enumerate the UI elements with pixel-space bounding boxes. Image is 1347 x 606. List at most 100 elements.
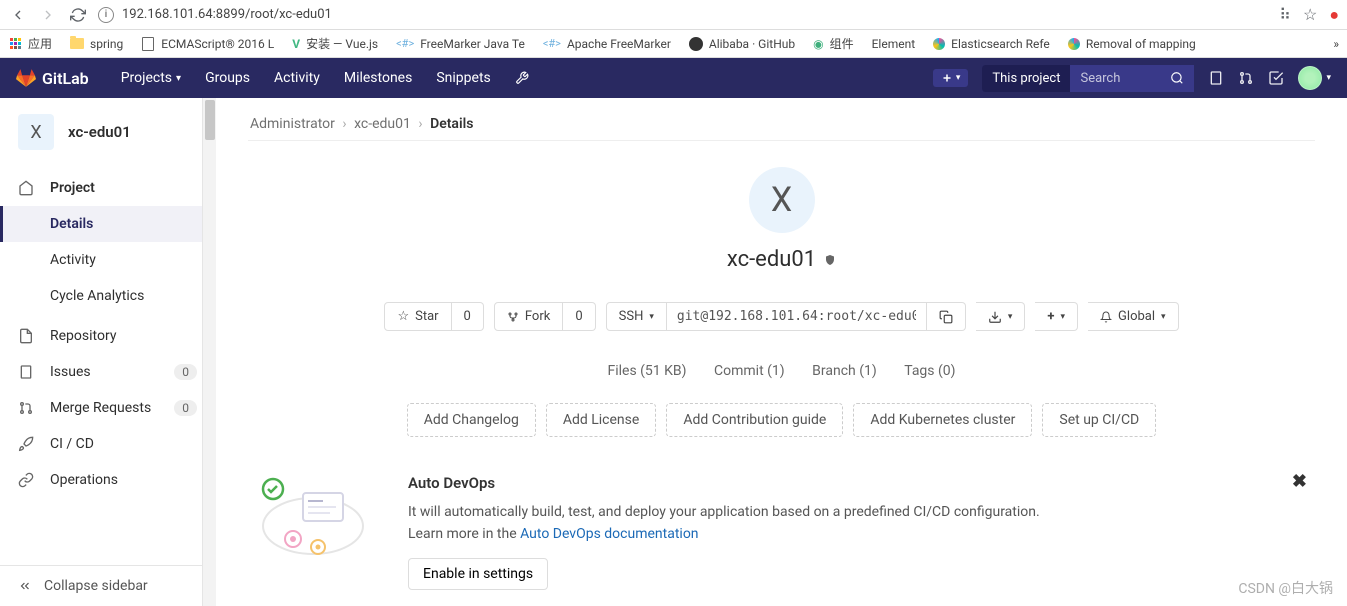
freemarker1-bookmark[interactable]: <#>FreeMarker Java Te (396, 37, 525, 51)
watermark: CSDN @白大锅 (1238, 578, 1333, 598)
info-icon: i (98, 7, 114, 23)
star-icon[interactable]: ☆ (1303, 5, 1317, 24)
tag-icon: <#> (396, 37, 414, 50)
issues-icon[interactable] (1208, 70, 1224, 86)
add-k8s-button[interactable]: Add Kubernetes cluster (853, 403, 1032, 437)
nav-snippets[interactable]: Snippets (424, 70, 502, 86)
download-button[interactable]: ▾ (976, 302, 1026, 331)
back-button[interactable] (8, 5, 28, 25)
sidebar-item-repository[interactable]: Repository (0, 318, 215, 354)
github-icon (689, 37, 703, 51)
url-text: 192.168.101.64:8899/root/xc-edu01 (122, 7, 332, 22)
stat-files[interactable]: Files (51 KB) (607, 363, 686, 379)
fork-count[interactable]: 0 (563, 302, 595, 331)
ecma-bookmark[interactable]: ECMAScript® 2016 L (141, 37, 274, 51)
sidebar-project-head[interactable]: X xc-edu01 (0, 98, 215, 166)
new-button[interactable]: ▾ (933, 69, 969, 87)
gitlab-header: GitLab Projects▾ Groups Activity Milesto… (0, 58, 1347, 98)
address-bar[interactable]: i 192.168.101.64:8899/root/xc-edu01 (98, 7, 1269, 23)
add-button[interactable]: +▾ (1035, 302, 1078, 331)
translate-icon[interactable]: ⠷ (1279, 5, 1291, 24)
setup-cicd-button[interactable]: Set up CI/CD (1042, 403, 1156, 437)
brand-text: GitLab (42, 69, 89, 88)
nav-groups[interactable]: Groups (193, 70, 262, 86)
protocol-button[interactable]: SSH▾ (606, 302, 667, 331)
zujian-bookmark[interactable]: ◉组件 (813, 35, 854, 52)
sidebar-item-project[interactable]: Project (0, 170, 215, 206)
star-button[interactable]: ☆Star (384, 302, 451, 331)
mr-icon[interactable] (1238, 70, 1254, 86)
doc-icon (18, 328, 34, 344)
sidebar-item-cycle[interactable]: Cycle Analytics (0, 278, 215, 314)
add-license-button[interactable]: Add License (546, 403, 656, 437)
suggest-row: Add Changelog Add License Add Contributi… (216, 393, 1347, 457)
rocket-icon (18, 436, 34, 452)
user-menu[interactable]: ▾ (1298, 66, 1331, 90)
bookmarks-bar: 应用 spring ECMAScript® 2016 L V安装 — Vue.j… (0, 30, 1347, 58)
mr-icon (18, 400, 34, 416)
devops-link[interactable]: Auto DevOps documentation (520, 526, 698, 542)
collapse-sidebar[interactable]: Collapse sidebar (0, 565, 215, 606)
bookmarks-overflow[interactable]: » (1333, 37, 1339, 51)
devops-panel: Auto DevOps It will automatically build,… (216, 457, 1347, 604)
freemarker2-bookmark[interactable]: <#>Apache FreeMarker (543, 37, 671, 51)
search-button[interactable] (1160, 65, 1194, 91)
sidebar-item-cicd[interactable]: CI / CD (0, 426, 215, 462)
element-bookmark[interactable]: Element (872, 37, 916, 51)
nav-activity[interactable]: Activity (262, 70, 332, 86)
page-title: xc-edu01 (216, 247, 1347, 272)
forward-button[interactable] (38, 5, 58, 25)
folder-icon (70, 38, 84, 49)
shield-icon (824, 253, 836, 267)
sidebar-item-operations[interactable]: Operations (0, 462, 215, 498)
bc-owner[interactable]: Administrator (250, 116, 335, 132)
vue-bookmark[interactable]: V安装 — Vue.js (292, 35, 378, 52)
gitlab-logo[interactable]: GitLab (16, 68, 89, 88)
alibaba-bookmark[interactable]: Alibaba · GitHub (689, 37, 795, 51)
enable-settings-button[interactable]: Enable in settings (408, 558, 548, 590)
search-scope[interactable]: This project (982, 65, 1070, 92)
bc-sep: › (342, 116, 346, 132)
caret-down-icon: ▾ (649, 312, 654, 322)
devops-title: Auto DevOps (408, 471, 1315, 495)
nav-milestones[interactable]: Milestones (332, 70, 425, 86)
clone-url-input[interactable] (667, 302, 927, 331)
nav-admin[interactable] (503, 71, 541, 85)
devops-text: Auto DevOps It will automatically build,… (408, 471, 1315, 590)
spring-bookmark[interactable]: spring (70, 37, 123, 51)
copy-button[interactable] (927, 302, 966, 331)
todos-icon[interactable] (1268, 70, 1284, 86)
search-input[interactable] (1070, 65, 1160, 92)
notify-button[interactable]: Global▾ (1088, 302, 1179, 331)
elastic-icon (1068, 38, 1080, 50)
elastic-bookmark[interactable]: Elasticsearch Refe (933, 37, 1050, 51)
sidebar-item-issues[interactable]: Issues0 (0, 354, 215, 390)
avatar (1298, 66, 1322, 90)
stat-tags[interactable]: Tags (0) (904, 363, 955, 379)
add-changelog-button[interactable]: Add Changelog (407, 403, 536, 437)
gitlab-icon (16, 68, 36, 88)
bc-project[interactable]: xc-edu01 (354, 116, 411, 132)
elastic-icon (933, 38, 945, 50)
notify-group: Global▾ (1088, 302, 1179, 331)
bc-current: Details (430, 116, 473, 132)
sidebar-item-details[interactable]: Details (0, 206, 215, 242)
sidebar-item-mr[interactable]: Merge Requests0 (0, 390, 215, 426)
stat-commit[interactable]: Commit (1) (714, 363, 785, 379)
stat-branch[interactable]: Branch (1) (812, 363, 877, 379)
fork-button[interactable]: Fork (494, 302, 563, 331)
sidebar-item-activity[interactable]: Activity (0, 242, 215, 278)
nav-projects[interactable]: Projects▾ (109, 70, 193, 86)
hero-avatar: X (749, 167, 815, 233)
chevron-down-icon: ▾ (176, 73, 181, 84)
star-count[interactable]: 0 (452, 302, 484, 331)
add-contrib-button[interactable]: Add Contribution guide (666, 403, 843, 437)
menu-icon[interactable]: ● (1329, 5, 1339, 25)
close-icon[interactable]: ✖ (1292, 471, 1307, 492)
reload-button[interactable] (68, 5, 88, 25)
apps-bookmark[interactable]: 应用 (8, 35, 52, 52)
action-row: ☆Star 0 Fork 0 SSH▾ ▾ +▾ Global▾ (216, 288, 1347, 345)
removal-bookmark[interactable]: Removal of mapping (1068, 37, 1196, 51)
sidebar-scrollbar[interactable] (202, 98, 216, 606)
search-icon (1170, 71, 1184, 85)
